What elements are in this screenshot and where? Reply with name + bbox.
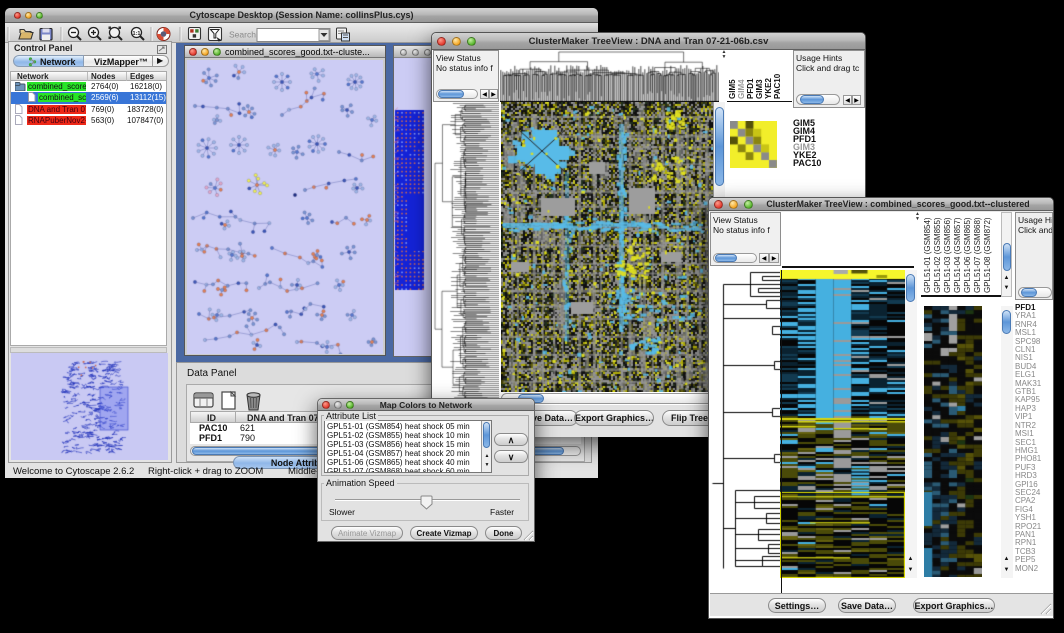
svg-text:Search:: Search: [229,30,258,40]
svg-text:1:1: 1:1 [133,31,141,37]
